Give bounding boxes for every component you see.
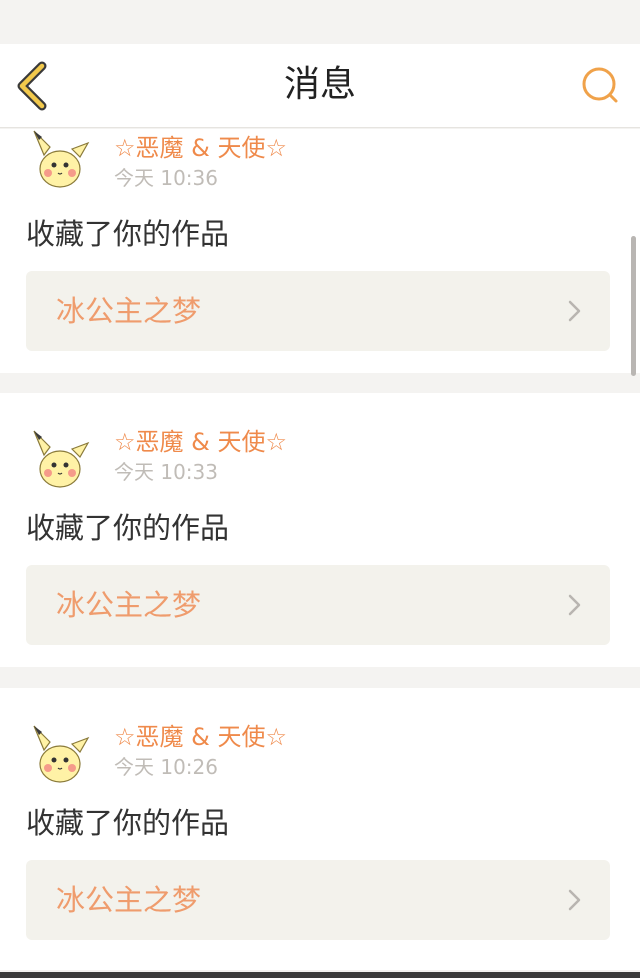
message-list: ☆恶魔 & 天使☆ 今天 10:36 收藏了你的作品 冰公主之梦 ☆恶魔 & 天… [0,129,640,978]
avatar[interactable] [26,129,94,193]
scrollbar[interactable] [631,236,636,376]
message-text: 收藏了你的作品 [26,806,230,840]
work-link[interactable]: 冰公主之梦 [26,860,610,940]
message-card: ☆恶魔 & 天使☆ 今天 10:33 收藏了你的作品 冰公主之梦 [0,393,640,667]
work-title: 冰公主之梦 [56,883,202,917]
page-title: 消息 [283,64,356,105]
message-card: ☆恶魔 & 天使☆ 今天 10:26 收藏了你的作品 冰公主之梦 [0,688,640,970]
timestamp: 今天 10:33 [114,460,218,484]
message-text: 收藏了你的作品 [26,217,230,251]
status-area [0,0,640,44]
search-icon [582,67,618,103]
user-name[interactable]: ☆恶魔 & 天使☆ [114,133,287,163]
chevron-right-icon [568,594,581,616]
user-name[interactable]: ☆恶魔 & 天使☆ [114,427,287,457]
search-button[interactable] [578,64,622,108]
user-name[interactable]: ☆恶魔 & 天使☆ [114,722,287,752]
bottom-edge [0,972,640,978]
message-text: 收藏了你的作品 [26,511,230,545]
timestamp: 今天 10:36 [114,166,218,190]
avatar[interactable] [26,425,94,493]
timestamp: 今天 10:26 [114,755,218,779]
avatar[interactable] [26,720,94,788]
header-bar: 消息 [0,44,640,128]
work-link[interactable]: 冰公主之梦 [26,271,610,351]
work-title: 冰公主之梦 [56,588,202,622]
work-link[interactable]: 冰公主之梦 [26,565,610,645]
chevron-right-icon [568,300,581,322]
message-card: ☆恶魔 & 天使☆ 今天 10:36 收藏了你的作品 冰公主之梦 [0,129,640,373]
work-title: 冰公主之梦 [56,294,202,328]
chevron-right-icon [568,889,581,911]
